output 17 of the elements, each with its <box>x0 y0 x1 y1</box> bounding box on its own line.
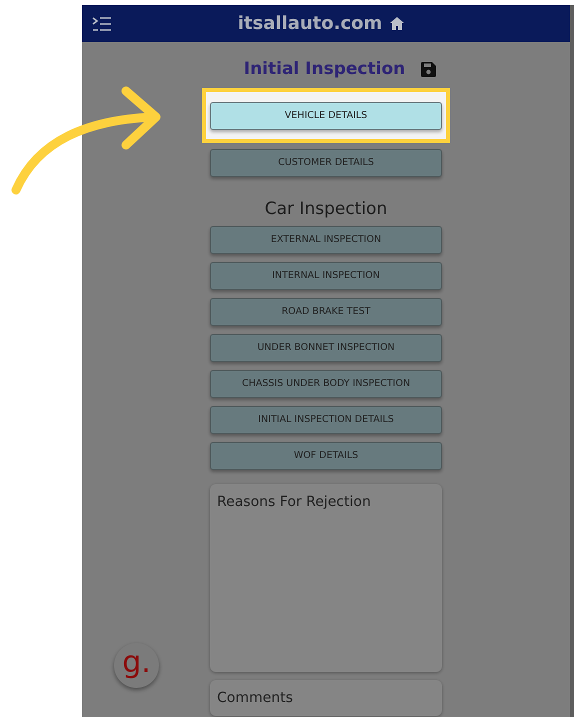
inspection-button[interactable]: VEHICLE DETAILS <box>210 102 442 130</box>
save-icon[interactable] <box>421 62 436 78</box>
inspection-button[interactable]: EXTERNAL INSPECTION <box>210 226 442 254</box>
inspection-button[interactable]: UNDER BONNET INSPECTION <box>210 334 442 362</box>
inspection-button[interactable]: INTERNAL INSPECTION <box>210 262 442 290</box>
menu-icon[interactable] <box>92 16 112 30</box>
inspection-button[interactable]: ROAD BRAKE TEST <box>210 298 442 326</box>
inspection-button[interactable]: WOF DETAILS <box>210 442 442 470</box>
home-icon[interactable] <box>390 17 404 30</box>
inspection-button[interactable]: CHASSIS UNDER BODY INSPECTION <box>210 370 442 398</box>
inspection-button[interactable]: INITIAL INSPECTION DETAILS <box>210 406 442 434</box>
panel-title: Comments <box>217 689 294 708</box>
panel-title: Reasons For Rejection <box>217 493 372 512</box>
section-title: Car Inspection <box>264 198 388 221</box>
page-title: Initial Inspection <box>244 58 406 81</box>
inspection-button[interactable]: CUSTOMER DETAILS <box>210 148 442 177</box>
site-title: itsallauto.com <box>238 12 382 36</box>
